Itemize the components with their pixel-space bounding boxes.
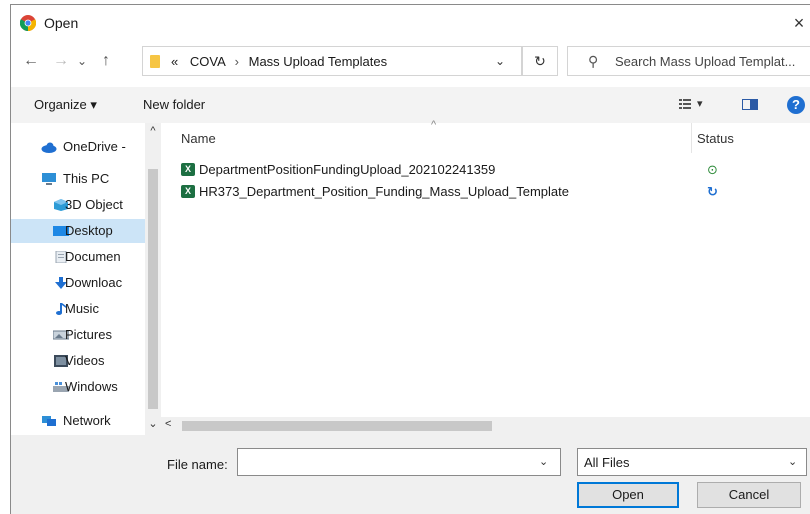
up-button[interactable]: ↑ [95, 49, 117, 73]
scroll-up-arrow[interactable]: ^ [145, 125, 161, 137]
file-name-label: File name: [167, 457, 228, 472]
breadcrumb: « COVA › Mass Upload Templates [171, 54, 387, 69]
sidebar-item-windows[interactable]: Windows [11, 375, 145, 399]
sort-indicator-icon: ^ [431, 119, 437, 131]
sidebar-item-desktop[interactable]: Desktop [11, 219, 145, 243]
file-name-input[interactable] [237, 448, 561, 476]
sidebar-item-music[interactable]: Music [11, 297, 145, 321]
column-header-status[interactable]: Status [697, 131, 734, 146]
navigation-pane: OneDrive - This PC 3D Object Desktop Doc… [11, 123, 161, 435]
recent-locations-button[interactable]: ⌄ [73, 49, 91, 73]
file-type-select[interactable]: All Files ⌄ [577, 448, 807, 476]
dialog-footer: File name: ⌄ All Files ⌄ Open Cancel [11, 435, 810, 514]
breadcrumb-item-mass-upload-templates[interactable]: Mass Upload Templates [249, 54, 388, 69]
scroll-down-arrow[interactable]: ⌄ [145, 417, 161, 430]
search-icon: ⚲ [588, 53, 599, 69]
network-icon [42, 416, 56, 426]
sidebar-item-documents[interactable]: Documen [11, 245, 145, 269]
chrome-icon [20, 15, 36, 31]
excel-icon: X [181, 185, 195, 198]
sidebar-item-label: Windows [65, 379, 118, 394]
chevron-down-icon: ⌄ [788, 456, 798, 468]
sidebar-item-label: Pictures [65, 327, 112, 342]
file-list-horizontal-scrollbar[interactable]: < [161, 417, 810, 435]
file-name: DepartmentPositionFundingUpload_20210224… [199, 162, 496, 177]
file-row[interactable]: X HR373_Department_Position_Funding_Mass… [181, 181, 801, 203]
sidebar-item-label: Videos [65, 353, 105, 368]
new-folder-button[interactable]: New folder [143, 97, 205, 112]
breadcrumb-item-cova[interactable]: COVA [190, 54, 225, 69]
view-options-icon[interactable] [679, 99, 691, 109]
column-divider[interactable] [691, 123, 692, 153]
folder-icon [150, 55, 160, 68]
file-name: HR373_Department_Position_Funding_Mass_U… [199, 184, 569, 199]
scrollbar-thumb[interactable] [182, 421, 492, 431]
address-dropdown-button[interactable]: ⌄ [487, 46, 513, 76]
dialog-title: Open [44, 15, 79, 31]
file-type-value: All Files [584, 455, 630, 470]
sidebar-item-label: 3D Object [65, 197, 123, 212]
sidebar-item-3d-objects[interactable]: 3D Object [11, 193, 145, 217]
command-bar: Organize ▾ New folder ▾ ? [11, 87, 810, 123]
sidebar-item-label: Downloac [65, 275, 123, 290]
file-list: ^ Name Status X DepartmentPositionFundin… [161, 119, 810, 435]
sidebar-item-label: This PC [63, 171, 110, 186]
search-input[interactable]: ⚲ Search Mass Upload Templat... [567, 46, 810, 76]
scrollbar-thumb[interactable] [148, 169, 158, 409]
sidebar-item-label: Desktop [65, 223, 113, 238]
sidebar-item-label: Music [65, 301, 99, 316]
sync-pending-icon: ↻ [707, 184, 718, 199]
back-button[interactable]: ← [21, 49, 41, 73]
navigation-pane-scrollbar[interactable]: ^ ⌄ [145, 123, 161, 435]
sidebar-item-this-pc[interactable]: This PC [11, 167, 145, 191]
help-icon[interactable]: ? [787, 96, 805, 114]
sidebar-item-downloads[interactable]: Downloac [11, 271, 145, 295]
title-bar: Open × [11, 5, 810, 41]
forward-button[interactable]: → [51, 49, 71, 73]
excel-icon: X [181, 163, 195, 176]
sidebar-item-label: Documen [65, 249, 121, 264]
open-file-dialog: Open × ← → ⌄ ↑ « COVA › Mass Upload Temp… [10, 4, 810, 514]
cloud-icon [41, 142, 57, 153]
cancel-button[interactable]: Cancel [697, 482, 801, 508]
column-header-name[interactable]: Name [181, 131, 216, 146]
refresh-button[interactable]: ↻ [522, 46, 558, 76]
preview-pane-icon[interactable] [742, 99, 758, 110]
view-options-dropdown[interactable]: ▾ [697, 97, 703, 110]
sidebar-item-pictures[interactable]: Pictures [11, 323, 145, 347]
computer-icon [42, 173, 56, 185]
sidebar-item-onedrive[interactable]: OneDrive - [11, 135, 145, 159]
sidebar-item-label: OneDrive - [63, 139, 126, 154]
address-bar[interactable]: « COVA › Mass Upload Templates [142, 46, 522, 76]
organize-menu-button[interactable]: Organize ▾ [34, 97, 97, 113]
search-placeholder: Search Mass Upload Templat... [615, 54, 796, 69]
synced-check-icon: ⊙ [707, 162, 718, 177]
file-row[interactable]: X DepartmentPositionFundingUpload_202102… [181, 159, 801, 181]
scroll-left-arrow[interactable]: < [165, 418, 171, 430]
sidebar-item-videos[interactable]: Videos [11, 349, 145, 373]
open-button[interactable]: Open [577, 482, 679, 508]
sidebar-item-network[interactable]: Network [11, 409, 145, 433]
sidebar-item-label: Network [63, 413, 111, 428]
close-button[interactable]: × [787, 11, 810, 35]
breadcrumb-separator[interactable]: › [235, 54, 239, 69]
breadcrumb-overflow[interactable]: « [171, 54, 178, 69]
file-name-dropdown-icon[interactable]: ⌄ [539, 455, 548, 468]
